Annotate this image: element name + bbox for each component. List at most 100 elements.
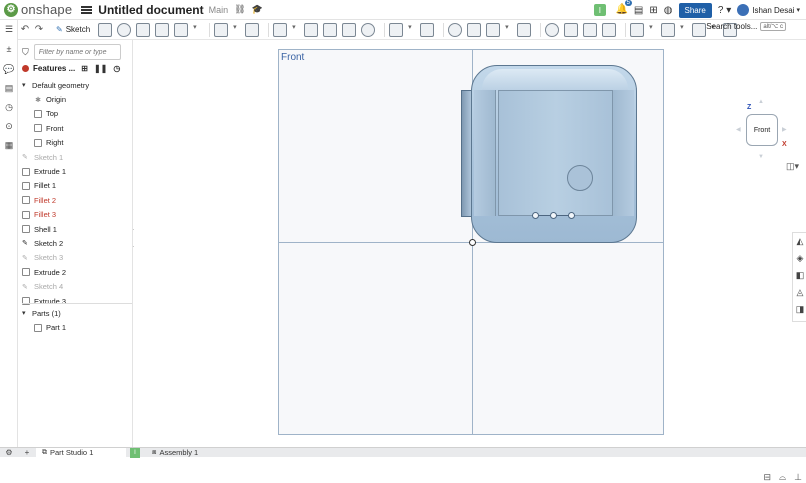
filter-input[interactable] <box>33 44 121 60</box>
feature-tree-item[interactable]: ✎ Sketch 2 <box>18 236 132 250</box>
tab-manager-icon[interactable]: ⚙ <box>0 448 18 457</box>
parts-group[interactable]: ▾ Parts (1) <box>18 306 132 320</box>
share-button[interactable]: Share <box>678 2 712 18</box>
history-icon[interactable]: ◷ <box>3 102 15 114</box>
learning-icon[interactable]: 🎓 <box>252 4 263 15</box>
link-icon[interactable]: ⛓ <box>234 4 245 15</box>
feature-tree-item[interactable]: Fillet 1 <box>18 179 132 193</box>
extrude-tool-icon[interactable] <box>98 22 113 37</box>
user-name[interactable]: Ishan Desai <box>752 6 794 15</box>
globe-icon[interactable]: ◍ <box>664 5 673 16</box>
feature-list-icon[interactable]: ☰ <box>3 24 15 36</box>
apps-icon[interactable]: ⊞ <box>649 5 657 16</box>
tab-part-studio[interactable]: ⧉ Part Studio 1 <box>36 447 126 458</box>
mirror-tool-icon[interactable] <box>420 22 435 37</box>
add-folder-icon[interactable]: ⊞ <box>81 64 88 73</box>
shell-tool-icon[interactable] <box>323 22 338 37</box>
named-views-icon[interactable]: ⌓ <box>779 472 786 483</box>
feature-tree-item[interactable]: Right <box>18 136 132 150</box>
chevron-down-icon[interactable]: ▾ <box>649 23 655 37</box>
part-vertex[interactable] <box>568 212 575 219</box>
rotate-up-icon[interactable]: ▲ <box>758 99 764 105</box>
document-title[interactable]: Untitled document <box>98 3 203 17</box>
origin-marker[interactable] <box>469 239 476 246</box>
sketch-button[interactable]: ✎ Sketch <box>56 25 90 34</box>
chevron-down-icon[interactable]: ▾ <box>193 23 199 37</box>
feature-tree-item[interactable]: Shell 1 <box>18 222 132 236</box>
tab-status-badge[interactable]: I <box>130 447 140 458</box>
hide-all-icon[interactable]: ⊥ <box>794 472 802 483</box>
avatar[interactable] <box>737 4 750 16</box>
chevron-down-icon[interactable]: ▾ <box>408 23 414 37</box>
pattern-tool-icon[interactable] <box>389 22 404 37</box>
section-view-icon[interactable]: ◧ <box>793 267 806 284</box>
feature-tree-item[interactable]: Extrude 1 <box>18 164 132 178</box>
part-body[interactable] <box>471 65 637 243</box>
chevron-down-icon[interactable]: ▾ <box>233 23 239 37</box>
chevron-down-icon[interactable]: ▾ <box>22 309 30 317</box>
feature-tree-item[interactable]: Fillet 3 <box>18 208 132 222</box>
front-plane[interactable]: Front <box>278 49 664 435</box>
boolean-tool-icon[interactable] <box>448 22 463 37</box>
notifications-bell-icon[interactable]: 🔔 5 <box>616 0 632 16</box>
feature-tree-item[interactable]: ▾ Default geometry <box>18 78 132 92</box>
search-icon[interactable]: ⊙ <box>3 121 15 133</box>
rotate-left-icon[interactable]: ◀ <box>736 126 741 133</box>
chevron-down-icon[interactable]: ▾ <box>505 23 511 37</box>
mass-properties-icon[interactable]: ◬ <box>793 284 806 301</box>
draft-tool-icon[interactable] <box>273 22 288 37</box>
timer-icon[interactable]: ◷ <box>113 64 120 73</box>
modify-fillet-tool-icon[interactable] <box>545 22 560 37</box>
fillet-tool-icon[interactable] <box>214 22 229 37</box>
part-vertex[interactable] <box>550 212 557 219</box>
onshape-logo[interactable]: ⚙ onshape <box>4 2 72 17</box>
feature-tree-item[interactable]: ✎ Sketch 3 <box>18 251 132 265</box>
loft-tool-icon[interactable] <box>155 22 170 37</box>
chevron-down-icon[interactable]: ▾ <box>796 6 800 14</box>
view-cube[interactable]: Front <box>746 114 778 146</box>
comments-icon[interactable]: 💬 <box>3 64 15 76</box>
variable-tool-icon[interactable] <box>692 22 707 37</box>
replace-face-tool-icon[interactable] <box>583 22 598 37</box>
chevron-down-icon[interactable]: ▾ <box>292 23 298 37</box>
chevron-down-icon[interactable]: ▾ <box>680 23 686 37</box>
add-tab-icon[interactable]: + <box>18 448 36 457</box>
part-vertex[interactable] <box>532 212 539 219</box>
thread-tool-icon[interactable] <box>361 22 376 37</box>
tab-assembly[interactable]: ⧈ Assembly 1 <box>146 448 204 458</box>
features-header-label[interactable]: Features ... <box>33 64 75 73</box>
render-icon[interactable]: ◨ <box>793 301 806 318</box>
hole-tool-icon[interactable] <box>342 22 357 37</box>
undo-icon[interactable]: ↶ <box>18 24 32 35</box>
branch-label[interactable]: Main <box>209 5 229 15</box>
revolve-tool-icon[interactable] <box>117 22 132 37</box>
redo-icon[interactable]: ↷ <box>32 24 46 35</box>
properties-icon[interactable]: ▤ <box>3 83 15 95</box>
feature-tree-item[interactable]: ✎ Sketch 1 <box>18 150 132 164</box>
filter-icon[interactable]: ⛉ <box>22 47 29 58</box>
split-tool-icon[interactable] <box>467 22 482 37</box>
feature-tree-item[interactable]: ✎ Sketch 4 <box>18 279 132 293</box>
bill-of-materials-icon[interactable]: ▦ <box>3 140 15 152</box>
rotate-right-icon[interactable]: ▶ <box>782 126 787 133</box>
move-face-tool-icon[interactable] <box>564 22 579 37</box>
feature-tree-item[interactable]: Extrude 2 <box>18 265 132 279</box>
menu-icon[interactable] <box>81 5 93 14</box>
variables-icon[interactable]: ± <box>3 44 15 56</box>
part-hole[interactable] <box>567 165 593 191</box>
plane-tool-icon[interactable] <box>630 22 645 37</box>
feature-tree-item[interactable]: Front <box>18 121 132 135</box>
measure-icon[interactable]: ◭ <box>793 233 806 250</box>
sweep-tool-icon[interactable] <box>136 22 151 37</box>
view-options-icon[interactable]: ◫▾ <box>786 161 799 172</box>
rotate-down-icon[interactable]: ▼ <box>758 154 764 160</box>
rib-tool-icon[interactable] <box>304 22 319 37</box>
mate-connector-tool-icon[interactable] <box>661 22 676 37</box>
thicken-tool-icon[interactable] <box>174 22 189 37</box>
appearance-icon[interactable]: ◈ <box>793 250 806 267</box>
search-tools[interactable]: Search tools... alt/⌥ c <box>706 22 786 31</box>
part-item[interactable]: Part 1 <box>18 320 132 334</box>
document-list-icon[interactable]: ▤ <box>634 5 643 16</box>
graphics-viewport[interactable]: Front Z ▲ ◀ ▶ ▼ Front X ◫▾ ◭ ◈ ◧ ◬ ◨ ⊟ ⌓… <box>134 40 806 482</box>
chamfer-tool-icon[interactable] <box>245 22 260 37</box>
